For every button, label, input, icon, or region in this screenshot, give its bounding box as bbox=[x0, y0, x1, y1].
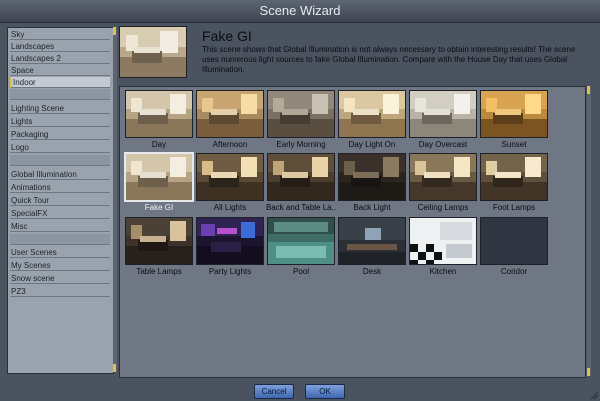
room-image bbox=[197, 91, 263, 137]
room-image bbox=[126, 218, 192, 264]
preview-thumbnail bbox=[119, 26, 187, 78]
grid-scroll-handle-top[interactable] bbox=[587, 86, 590, 94]
room-image bbox=[197, 154, 263, 200]
room-image bbox=[268, 154, 334, 200]
room-image bbox=[410, 91, 476, 137]
grid-scrollbar[interactable] bbox=[587, 86, 591, 376]
category-item-selected[interactable]: Indoor bbox=[10, 77, 110, 88]
category-item[interactable]: Space bbox=[10, 65, 110, 76]
scene-thumbnail[interactable] bbox=[338, 153, 406, 201]
category-separator bbox=[10, 155, 110, 166]
scene-thumbnail[interactable] bbox=[125, 90, 193, 138]
category-item[interactable]: Packaging bbox=[10, 129, 110, 140]
room-image bbox=[339, 91, 405, 137]
room-image bbox=[339, 154, 405, 200]
scene-wizard-window: Scene Wizard Sky Landscapes Landscapes 2… bbox=[0, 0, 600, 401]
scene-title: Fake GI bbox=[202, 28, 252, 44]
scene-thumbnail[interactable] bbox=[125, 217, 193, 265]
scene-label: Foot Lamps bbox=[492, 203, 536, 212]
grid-scroll-handle-bottom[interactable] bbox=[587, 368, 590, 376]
scene-grid: Day Afternoon Early Morning Day Light On… bbox=[119, 86, 586, 378]
window-title: Scene Wizard bbox=[0, 0, 600, 23]
category-separator bbox=[10, 89, 110, 100]
scene-thumbnail[interactable] bbox=[409, 90, 477, 138]
room-image bbox=[410, 154, 476, 200]
kitchen-image bbox=[410, 218, 476, 264]
scene-thumbnail[interactable] bbox=[267, 90, 335, 138]
scene-thumbnail[interactable] bbox=[338, 90, 406, 138]
scene-thumbnail[interactable] bbox=[196, 217, 264, 265]
room-image bbox=[126, 91, 192, 137]
category-separator bbox=[10, 234, 110, 245]
scene-thumbnail[interactable] bbox=[196, 153, 264, 201]
category-item[interactable]: Lights bbox=[10, 116, 110, 127]
category-item[interactable]: Lighting Scene bbox=[10, 103, 110, 114]
category-item[interactable]: Global Illumination bbox=[10, 169, 110, 180]
category-item[interactable]: Landscapes bbox=[10, 41, 110, 52]
pool-image bbox=[268, 218, 334, 264]
scene-thumbnail[interactable] bbox=[409, 217, 477, 265]
category-item[interactable]: Snow scene bbox=[10, 273, 110, 284]
category-item[interactable]: Sky bbox=[10, 29, 110, 40]
scene-thumbnail[interactable] bbox=[409, 153, 477, 201]
category-item[interactable]: My Scenes bbox=[10, 260, 110, 271]
scene-label: Coridor bbox=[500, 267, 528, 276]
ok-button[interactable]: OK bbox=[305, 384, 345, 399]
scene-thumbnail[interactable] bbox=[338, 217, 406, 265]
party-room-image bbox=[197, 218, 263, 264]
category-item[interactable]: PZ3 bbox=[10, 286, 110, 297]
category-item[interactable]: Misc bbox=[10, 221, 110, 232]
scene-thumbnail[interactable] bbox=[125, 153, 193, 201]
category-item[interactable]: Animations bbox=[10, 182, 110, 193]
resize-grip-icon[interactable] bbox=[589, 390, 599, 400]
room-image bbox=[481, 91, 547, 137]
scene-label: Sunset bbox=[501, 140, 527, 149]
room-image bbox=[268, 91, 334, 137]
scroll-handle-bottom[interactable] bbox=[113, 364, 116, 372]
scene-thumbnail[interactable] bbox=[480, 153, 548, 201]
scene-thumbnail[interactable] bbox=[267, 217, 335, 265]
room-image bbox=[126, 154, 192, 200]
category-item[interactable]: Quick Tour bbox=[10, 195, 110, 206]
desk-image bbox=[339, 218, 405, 264]
scene-description: This scene shows that Global Illuminatio… bbox=[202, 45, 576, 74]
scene-thumbnail[interactable] bbox=[480, 90, 548, 138]
scroll-handle-top[interactable] bbox=[113, 27, 116, 35]
category-list[interactable]: Sky Landscapes Landscapes 2 Space Indoor… bbox=[7, 27, 114, 374]
category-item[interactable]: Landscapes 2 bbox=[10, 53, 110, 64]
scene-thumbnail[interactable] bbox=[196, 90, 264, 138]
scene-thumbnail-empty[interactable] bbox=[480, 217, 548, 265]
category-item[interactable]: Logo bbox=[10, 142, 110, 153]
category-item[interactable]: User Scenes bbox=[10, 247, 110, 258]
cancel-button[interactable]: Cancel bbox=[254, 384, 294, 399]
room-preview-image bbox=[120, 27, 186, 77]
room-image bbox=[481, 154, 547, 200]
category-scrollbar[interactable] bbox=[113, 27, 117, 372]
scene-thumbnail[interactable] bbox=[267, 153, 335, 201]
category-item[interactable]: SpecialFX bbox=[10, 208, 110, 219]
